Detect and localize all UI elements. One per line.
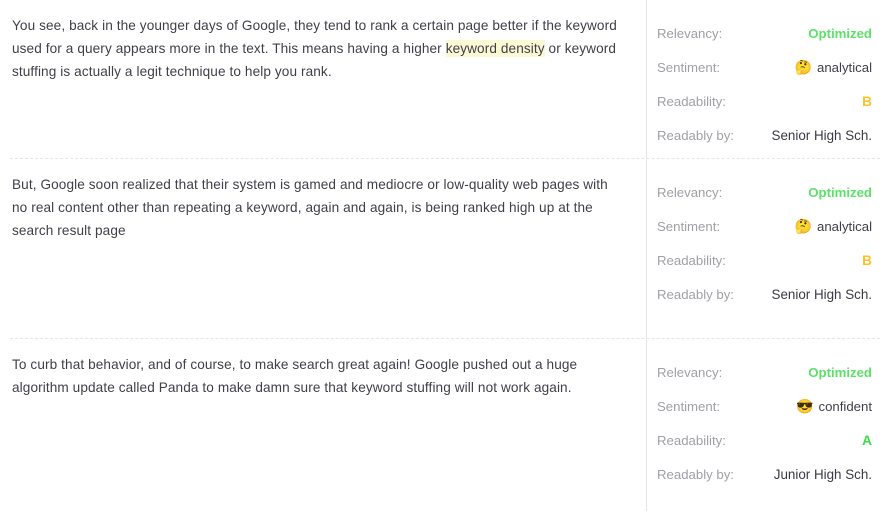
paragraph-container[interactable]: But, Google soon realized that their sys… <box>0 159 646 252</box>
sentiment-value: confident <box>818 398 872 414</box>
keyword-highlight[interactable]: keyword density <box>445 40 545 57</box>
metric-row-readably-by: Readably by: Senior High Sch. <box>657 118 872 152</box>
readably-by-value: Senior High Sch. <box>771 286 872 302</box>
sentiment-value-group: 😎 confident <box>796 399 872 414</box>
analysis-block: You see, back in the younger days of Goo… <box>0 0 886 158</box>
readability-grade-badge: B <box>862 252 872 268</box>
sentiment-label: Sentiment: <box>657 59 721 75</box>
paragraph-text-before: To curb that behavior, and of course, to… <box>12 357 578 395</box>
readability-label: Readability: <box>657 252 726 268</box>
relevancy-label: Relevancy: <box>657 364 723 380</box>
readably-by-label: Readably by: <box>657 466 734 482</box>
analysis-block: To curb that behavior, and of course, to… <box>0 339 886 511</box>
paragraph-text: To curb that behavior, and of course, to… <box>12 353 626 399</box>
paragraph-text: You see, back in the younger days of Goo… <box>12 14 626 83</box>
metrics-panel: Relevancy: Optimized Sentiment: 🤔 analyt… <box>646 159 886 338</box>
metric-row-relevancy: Relevancy: Optimized <box>657 175 872 209</box>
metric-row-sentiment: Sentiment: 🤔 analytical <box>657 209 872 243</box>
thinking-face-emoji: 🤔 <box>794 218 813 234</box>
metric-row-readably-by: Readably by: Senior High Sch. <box>657 277 872 311</box>
metric-row-readability: Readability: B <box>657 84 872 118</box>
readably-by-label: Readably by: <box>657 127 734 143</box>
paragraph-text: But, Google soon realized that their sys… <box>12 173 626 242</box>
readability-label: Readability: <box>657 93 726 109</box>
content-analysis-panel: You see, back in the younger days of Goo… <box>0 0 886 532</box>
sentiment-value: analytical <box>817 59 872 75</box>
paragraph-container[interactable]: You see, back in the younger days of Goo… <box>0 0 646 93</box>
sentiment-label: Sentiment: <box>657 398 721 414</box>
metric-row-sentiment: Sentiment: 🤔 analytical <box>657 50 872 84</box>
relevancy-label: Relevancy: <box>657 184 723 200</box>
sentiment-value: analytical <box>817 218 872 234</box>
relevancy-label: Relevancy: <box>657 25 723 41</box>
thinking-face-emoji: 🤔 <box>794 59 813 75</box>
metric-row-relevancy: Relevancy: Optimized <box>657 16 872 50</box>
readability-grade-badge: A <box>862 432 872 448</box>
readably-by-label: Readably by: <box>657 286 734 302</box>
metric-row-readability: Readability: A <box>657 423 872 457</box>
readability-grade-badge: B <box>862 93 872 109</box>
sentiment-value-group: 🤔 analytical <box>795 60 872 75</box>
readably-by-value: Senior High Sch. <box>771 127 872 143</box>
metric-row-readability: Readability: B <box>657 243 872 277</box>
readability-label: Readability: <box>657 432 726 448</box>
relevancy-value: Optimized <box>808 25 872 41</box>
metric-row-relevancy: Relevancy: Optimized <box>657 355 872 389</box>
metric-row-sentiment: Sentiment: 😎 confident <box>657 389 872 423</box>
paragraph-container[interactable]: To curb that behavior, and of course, to… <box>0 339 646 409</box>
relevancy-value: Optimized <box>808 364 872 380</box>
paragraph-text-before: But, Google soon realized that their sys… <box>12 177 608 238</box>
relevancy-value: Optimized <box>808 184 872 200</box>
sentiment-value-group: 🤔 analytical <box>795 219 872 234</box>
metric-row-readably-by: Readably by: Junior High Sch. <box>657 457 872 491</box>
metrics-panel: Relevancy: Optimized Sentiment: 🤔 analyt… <box>646 0 886 158</box>
sentiment-label: Sentiment: <box>657 218 721 234</box>
sunglasses-face-emoji: 😎 <box>796 398 814 414</box>
metrics-panel: Relevancy: Optimized Sentiment: 😎 confid… <box>646 339 886 511</box>
analysis-block: But, Google soon realized that their sys… <box>0 159 886 338</box>
readably-by-value: Junior High Sch. <box>773 466 872 482</box>
